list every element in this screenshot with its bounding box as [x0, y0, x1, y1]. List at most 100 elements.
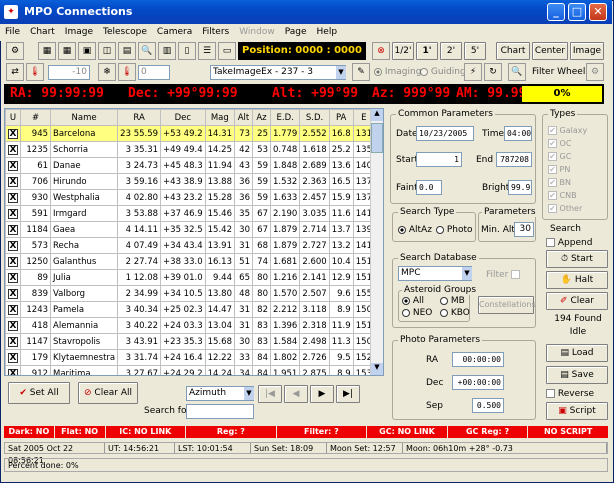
row-checkbox[interactable]: X	[8, 336, 18, 347]
row-checkbox[interactable]: X	[8, 240, 18, 251]
menu-chart[interactable]: Chart	[25, 27, 60, 37]
temperature-field[interactable]: -10	[48, 65, 90, 80]
minimize-button[interactable]: _	[547, 3, 565, 21]
table-row[interactable]: X 912 Maritima 3 27.67 +24 29.2 14.24 34 84 1.95…	[5, 365, 376, 375]
table-row[interactable]: X 930 Westphalia 4 02.80 +43 23.2 15.28 36 59 1.…	[5, 189, 376, 206]
altaz-radio[interactable]: AltAz	[398, 225, 432, 235]
notes-icon[interactable]: ▭	[218, 42, 236, 60]
type-checkbox[interactable]: ✔ Galaxy	[548, 124, 606, 137]
chevron-down-icon[interactable]: ▼	[336, 66, 346, 79]
cell-u[interactable]: X	[5, 301, 21, 318]
last-button[interactable]: ▶|	[336, 385, 360, 403]
next-button[interactable]: ▶	[310, 385, 334, 403]
faint-field[interactable]: 0.0	[416, 180, 442, 195]
clear-button[interactable]: ✐ Clear	[546, 292, 608, 310]
row-checkbox[interactable]: X	[8, 304, 18, 315]
cell-u[interactable]: X	[5, 189, 21, 206]
menu-window[interactable]: Window	[234, 27, 280, 37]
menu-camera[interactable]: Camera	[152, 27, 197, 37]
zoom-2-button[interactable]: 2'	[440, 42, 462, 60]
cooler-icon[interactable]: ❄	[98, 63, 116, 81]
row-checkbox[interactable]: X	[8, 352, 18, 363]
constellations-button[interactable]: Constellations	[478, 296, 536, 314]
table-row[interactable]: X 573 Recha 4 07.49 +34 43.4 13.91 31 68 1.879 2.…	[5, 237, 376, 254]
frame-icon[interactable]: ▣	[78, 42, 96, 60]
guiding-radio[interactable]: Guiding	[420, 67, 466, 77]
col-ra[interactable]: RA	[117, 109, 162, 126]
time-field[interactable]: 04:00	[504, 126, 532, 141]
filter-checkbox[interactable]: Filter	[486, 270, 521, 280]
start-button[interactable]: ⏱ Start	[546, 250, 608, 268]
document-icon[interactable]: ▯	[178, 42, 196, 60]
table-row[interactable]: X 179 Klytaemnestra 3 31.74 +24 16.4 12.22 33 8…	[5, 349, 376, 366]
chart-view-button[interactable]: Chart	[496, 42, 530, 60]
clear-all-button[interactable]: ⊘ Clear All	[78, 382, 138, 404]
table-row[interactable]: X 61 Danae 3 24.73 +45 48.3 11.94 43 59 1.848 2.6…	[5, 157, 376, 174]
append-checkbox[interactable]: Append	[546, 238, 592, 248]
filter-wheel-icon[interactable]: ⚙	[586, 63, 604, 81]
database-select[interactable]: MPC	[398, 266, 472, 281]
cell-u[interactable]: X	[5, 237, 21, 254]
col-ed[interactable]: E.D.	[269, 109, 301, 126]
save-button[interactable]: ▤ Save	[546, 366, 608, 384]
start-field[interactable]: 1	[416, 152, 462, 167]
image-view-button[interactable]: Image	[570, 42, 604, 60]
imaging-radio[interactable]: Imaging	[374, 67, 421, 77]
row-checkbox[interactable]: X	[8, 128, 18, 139]
database-chevron-icon[interactable]: ▼	[462, 267, 472, 280]
col-u[interactable]: U	[5, 109, 21, 126]
end-field[interactable]: 787208	[496, 152, 532, 167]
first-button[interactable]: |◀	[258, 385, 282, 403]
cell-u[interactable]: X	[5, 141, 21, 158]
col-dec[interactable]: Dec	[160, 109, 206, 126]
table-row[interactable]: X 1250 Galanthus 2 27.74 +38 33.0 16.13 51 74 1.…	[5, 253, 376, 270]
setpoint-field[interactable]: 0	[138, 65, 170, 80]
cell-u[interactable]: X	[5, 333, 21, 350]
type-checkbox[interactable]: ✔ BN	[548, 176, 606, 189]
table-row[interactable]: X 1184 Gaea 4 14.11 +35 32.5 15.42 30 67 1.879 2.…	[5, 221, 376, 238]
close-button[interactable]: ✕	[589, 3, 607, 21]
table-row[interactable]: X 706 Hirundo 3 59.16 +43 38.9 13.88 36 59 1.532…	[5, 173, 376, 190]
cell-u[interactable]: X	[5, 317, 21, 334]
table-row[interactable]: X 89 Julia 1 12.08 +39 01.0 9.44 65 80 1.216 2.14…	[5, 269, 376, 286]
halt-button[interactable]: ✋ Halt	[546, 271, 608, 289]
row-checkbox[interactable]: X	[8, 224, 18, 235]
menu-filters[interactable]: Filters	[197, 27, 234, 37]
script-button[interactable]: ▣ Script	[546, 402, 608, 420]
table-row[interactable]: X 418 Alemannia 3 40.22 +24 03.3 13.04 31 83 1.3…	[5, 317, 376, 334]
col-mag[interactable]: Mag	[204, 109, 235, 126]
search-input[interactable]	[186, 404, 254, 419]
row-checkbox[interactable]: X	[8, 368, 18, 375]
set-all-button[interactable]: ✔ Set All	[8, 382, 70, 404]
mb-radio[interactable]: MB	[440, 296, 465, 306]
zoom-5-button[interactable]: 5'	[464, 42, 486, 60]
reverse-checkbox[interactable]: Reverse	[546, 389, 594, 399]
camera-icon[interactable]: ▤	[118, 42, 136, 60]
col-name[interactable]: Name	[50, 109, 119, 126]
table-row[interactable]: X 1147 Stavropolis 3 43.91 +23 35.3 15.68 30 83…	[5, 333, 376, 350]
kbo-radio[interactable]: KBO	[440, 308, 470, 318]
list-icon[interactable]: ☰	[198, 42, 216, 60]
image-icon[interactable]: ▦	[38, 42, 56, 60]
table-scrollbar[interactable]: ▲ ▼	[370, 109, 383, 375]
table-row[interactable]: X 1235 Schorria 3 35.31 +49 49.4 14.25 42 53 0.7…	[5, 141, 376, 158]
table-row[interactable]: X 839 Valborg 2 34.99 +34 10.5 13.80 48 80 1.570…	[5, 285, 376, 302]
cell-u[interactable]: X	[5, 125, 21, 142]
col-number[interactable]: #	[19, 109, 52, 126]
center-view-button[interactable]: Center	[532, 42, 568, 60]
photo-ra-field[interactable]: 00:00:00	[452, 352, 504, 367]
bright-field[interactable]: 99.9	[508, 180, 532, 195]
prev-button[interactable]: ◀	[284, 385, 308, 403]
cell-u[interactable]: X	[5, 157, 21, 174]
cell-u[interactable]: X	[5, 365, 21, 375]
type-checkbox[interactable]: ✔ OC	[548, 137, 606, 150]
grid-icon[interactable]: ▦	[58, 42, 76, 60]
row-checkbox[interactable]: X	[8, 208, 18, 219]
table-row[interactable]: X 1243 Pamela 3 40.34 +25 02.3 14.47 31 82 2.212…	[5, 301, 376, 318]
row-checkbox[interactable]: X	[8, 144, 18, 155]
cell-u[interactable]: X	[5, 205, 21, 222]
cell-u[interactable]: X	[5, 269, 21, 286]
type-checkbox[interactable]: ✔ CNB	[548, 189, 606, 202]
min-alt-field[interactable]: 30	[514, 222, 534, 237]
col-alt[interactable]: Alt	[233, 109, 253, 126]
